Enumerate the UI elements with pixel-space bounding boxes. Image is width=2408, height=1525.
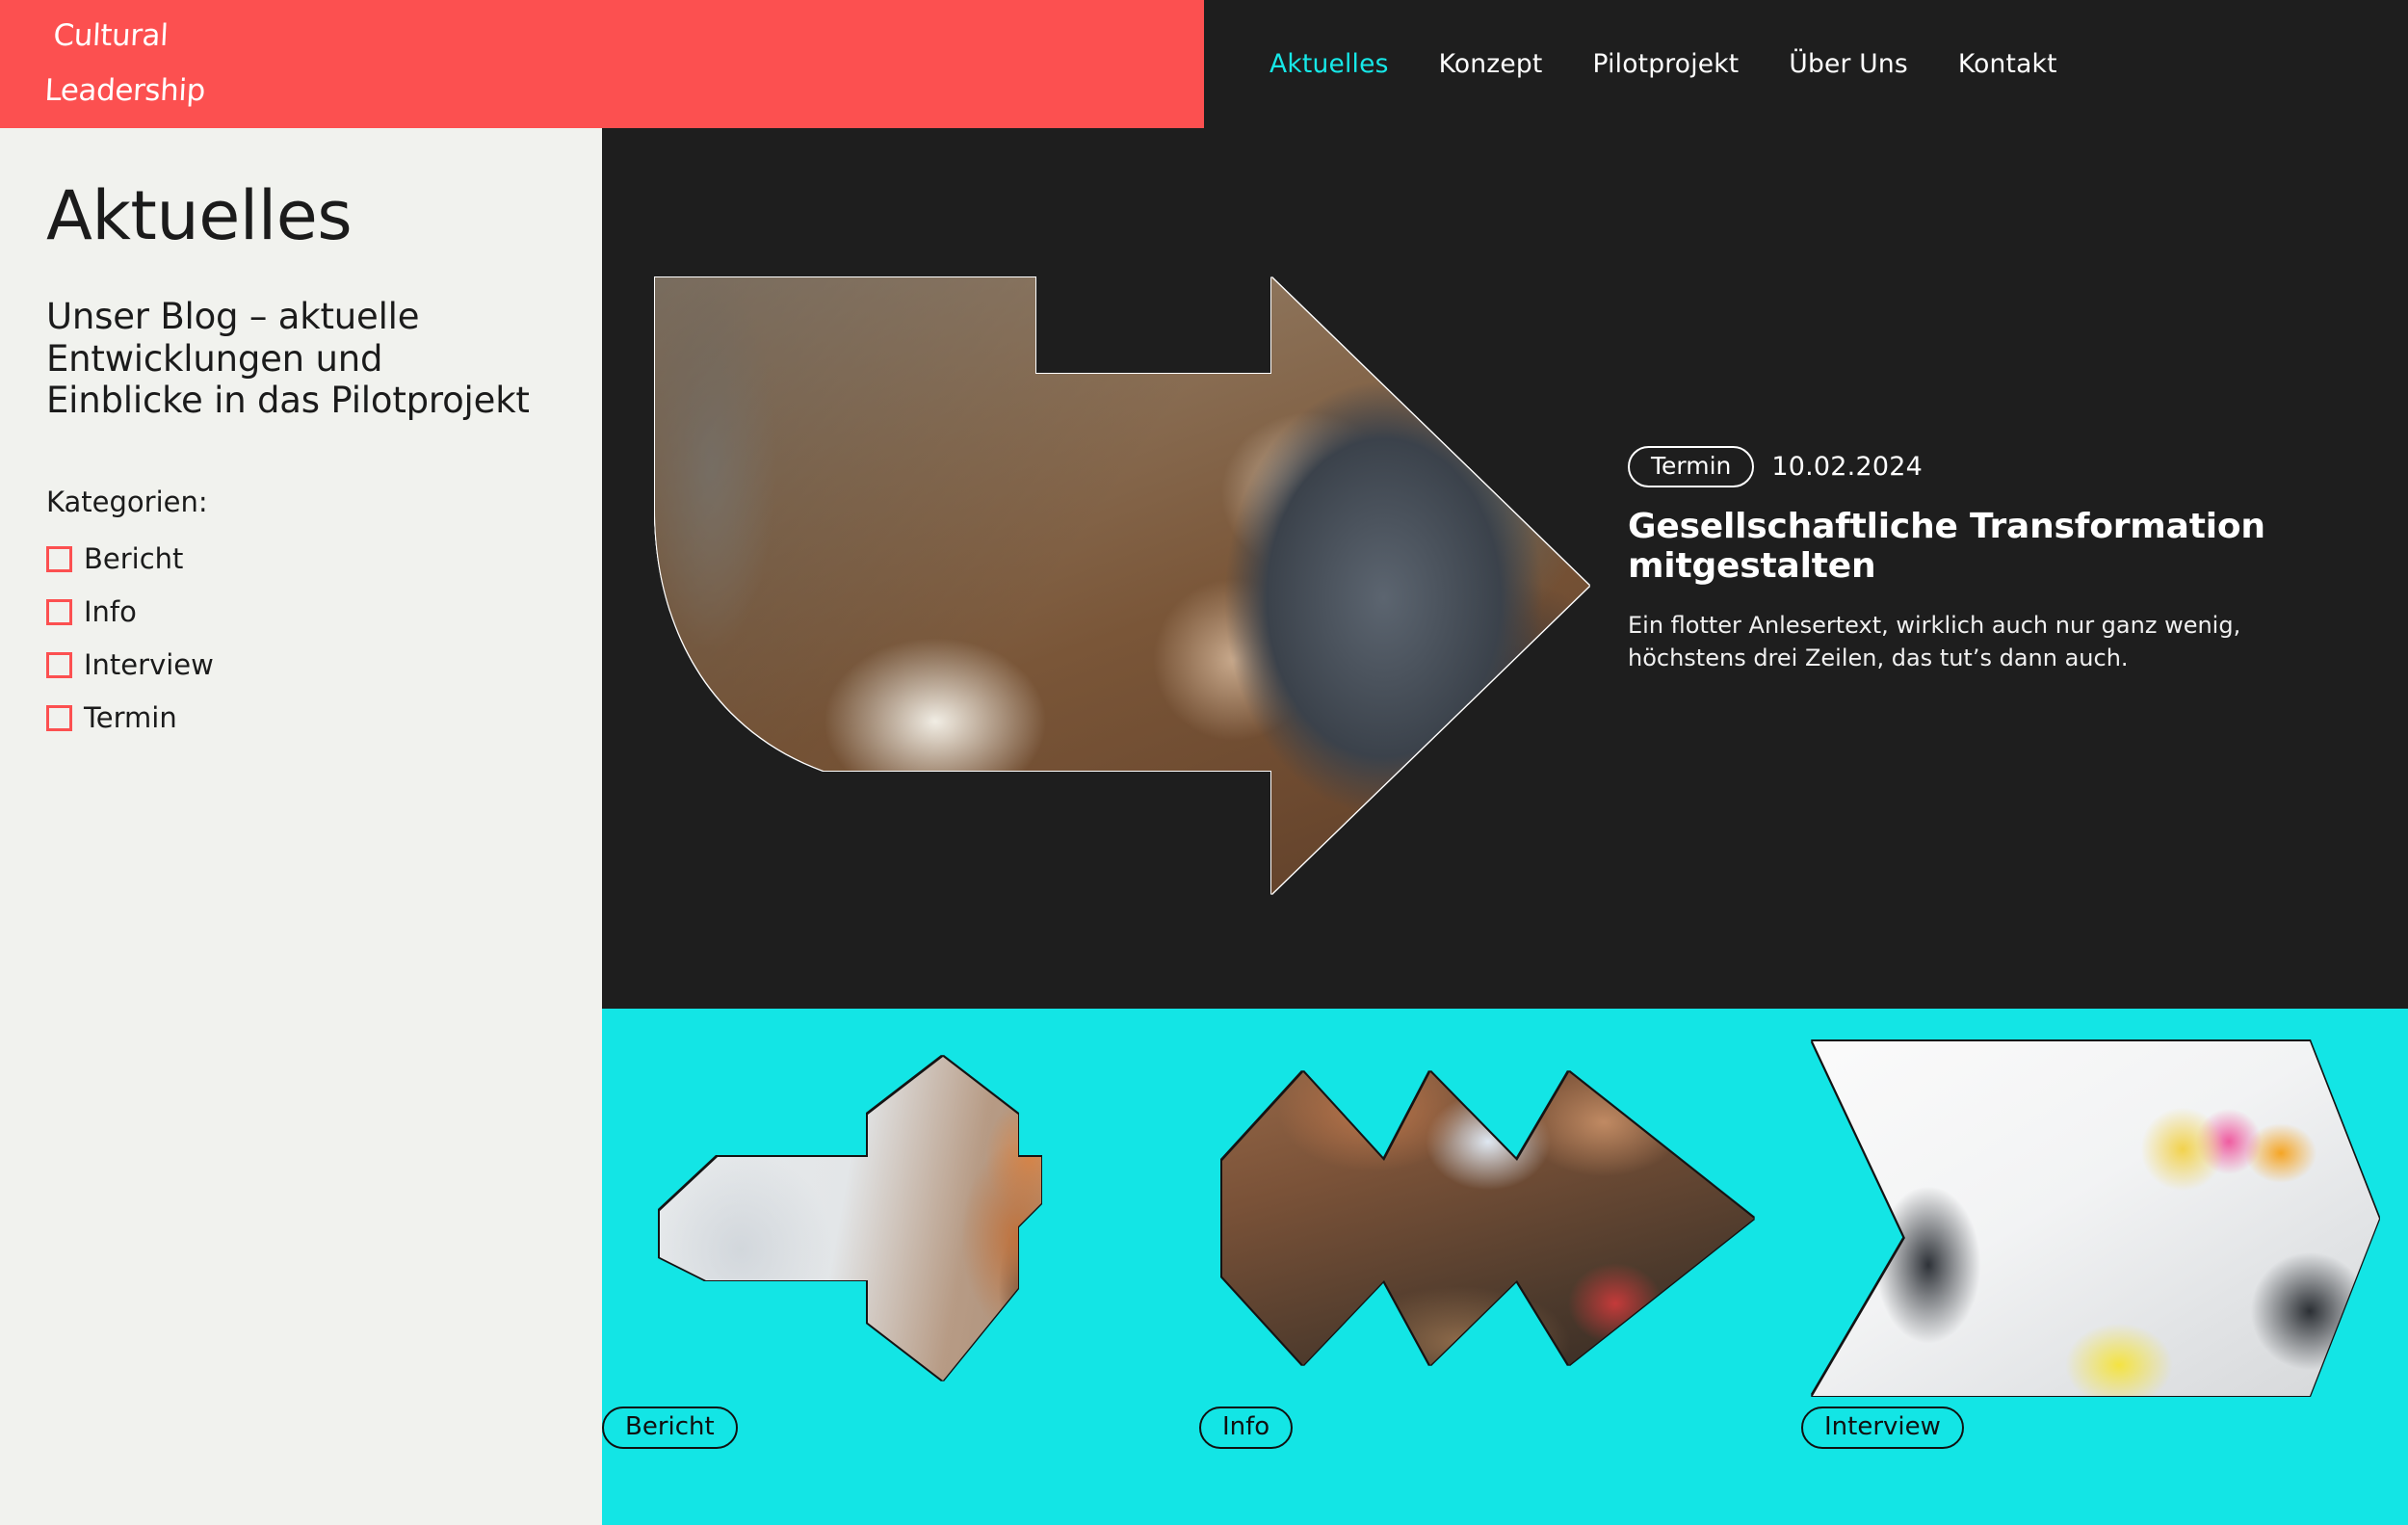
arrow-shape-photo-icon (655, 277, 1589, 894)
article-card[interactable]: Info (1199, 1009, 1777, 1525)
checkbox-icon-interview[interactable] (46, 651, 72, 678)
article-card-tag-interview[interactable]: Interview (1801, 1407, 1964, 1449)
category-label-interview: Interview (84, 647, 214, 681)
article-card-grid: Bericht Info Interview (602, 1009, 2408, 1525)
category-label-bericht: Bericht (84, 541, 184, 575)
featured-article-title[interactable]: Gesellschaftliche Transformation mitgest… (1628, 507, 2360, 586)
category-filter-info[interactable]: Info (46, 594, 556, 628)
article-card-tag-info[interactable]: Info (1199, 1407, 1294, 1449)
status-badge-termin[interactable]: Termin (1628, 446, 1755, 487)
checkbox-icon-bericht[interactable] (46, 545, 72, 572)
category-filter-interview[interactable]: Interview (46, 647, 556, 681)
article-card-image-interview[interactable] (1801, 1026, 2379, 1411)
page-root: Cultural Leadership Aktuelles Konzept Pi… (0, 0, 2408, 1525)
featured-article-image[interactable] (655, 277, 1589, 894)
main-navigation: Aktuelles Konzept Pilotprojekt Über Uns … (1204, 0, 2408, 128)
sidebar: Aktuelles Unser Blog – aktuelle Entwickl… (0, 128, 602, 1525)
arrow-shape-photo-icon (660, 1057, 1041, 1380)
featured-article[interactable]: Termin 10.02.2024 Gesellschaftliche Tran… (602, 128, 2408, 1009)
categories-heading: Kategorien: (46, 485, 208, 518)
featured-article-lead: Ein flotter Anlesertext, wirklich auch n… (1628, 612, 2241, 672)
category-filter-bericht[interactable]: Bericht (46, 541, 556, 575)
featured-article-meta: Termin 10.02.2024 Gesellschaftliche Tran… (1628, 446, 2360, 674)
logo-block[interactable]: Cultural Leadership (0, 0, 1204, 128)
page-title: Aktuelles (46, 176, 353, 255)
checkbox-icon-termin[interactable] (46, 704, 72, 731)
site-header: Cultural Leadership Aktuelles Konzept Pi… (0, 0, 2408, 128)
nav-item-aktuelles[interactable]: Aktuelles (1269, 49, 1389, 79)
nav-item-pilotprojekt[interactable]: Pilotprojekt (1593, 49, 1740, 79)
brand-logo[interactable]: Cultural Leadership (42, 0, 210, 134)
featured-meta-row: Termin 10.02.2024 (1628, 446, 2360, 487)
article-card-image-bericht[interactable] (602, 1026, 1180, 1411)
featured-article-date: 10.02.2024 (1771, 452, 1923, 482)
category-label-info: Info (84, 594, 137, 628)
checkbox-icon-info[interactable] (46, 598, 72, 625)
article-card-tag-bericht[interactable]: Bericht (602, 1407, 738, 1449)
category-filter-termin[interactable]: Termin (46, 700, 556, 734)
article-card[interactable]: Bericht (602, 1009, 1180, 1525)
brand-logo-line1: Cultural (52, 18, 170, 54)
article-card[interactable]: Interview (1801, 1009, 2379, 1525)
zigzag-shape-photo-icon (1222, 1072, 1754, 1365)
category-label-termin: Termin (84, 700, 177, 734)
nav-item-ueber-uns[interactable]: Über Uns (1789, 49, 1907, 79)
nav-item-kontakt[interactable]: Kontakt (1958, 49, 2057, 79)
blog-intro-text: Unser Blog – aktuelle Entwicklungen und … (46, 296, 530, 422)
hexagon-shape-photo-icon (1813, 1041, 2379, 1396)
brand-logo-line2: Leadership (43, 73, 206, 109)
article-card-image-info[interactable] (1199, 1026, 1777, 1411)
nav-item-konzept[interactable]: Konzept (1439, 49, 1543, 79)
